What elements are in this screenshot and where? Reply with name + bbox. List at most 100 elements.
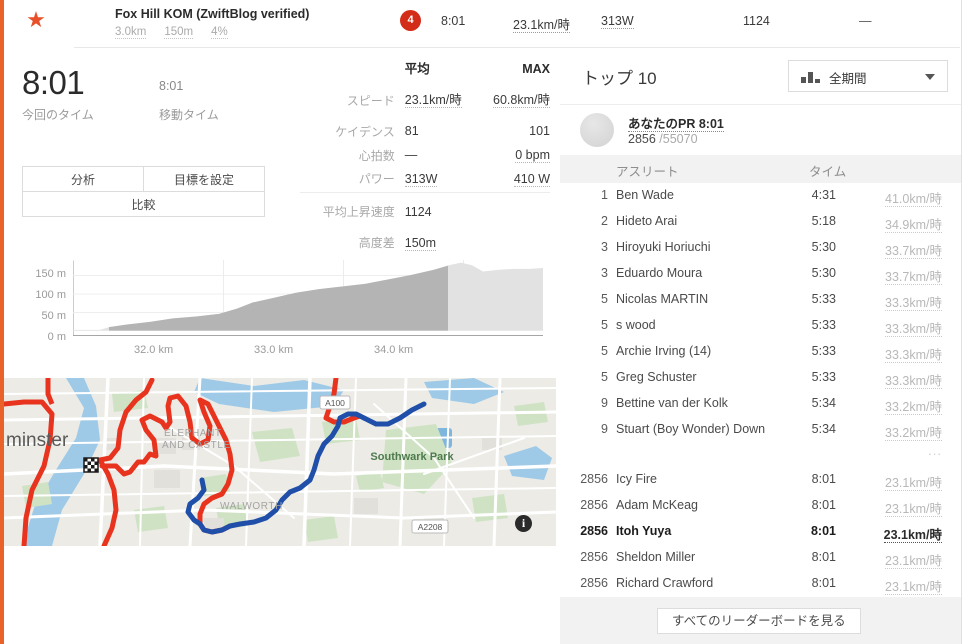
personal-record-row[interactable]: あなたのPR 8:01 2856 /55070 [560, 104, 962, 155]
map-place-label: AND CASTLE [162, 440, 231, 451]
avatar [580, 113, 614, 147]
row-athlete[interactable]: Stuart (Boy Wonder) Down [616, 422, 765, 436]
route-map[interactable]: A100 A2208 minster ELEPHANT AND CASTLE W… [4, 378, 556, 546]
page-scrollbar-track[interactable] [961, 0, 970, 644]
stat-value: 1124 [404, 204, 432, 219]
table-row: 心拍数 — 0 bpm [300, 144, 550, 168]
map-road-label: A2208 [418, 522, 443, 532]
row-athlete[interactable]: Hideto Arai [616, 214, 677, 228]
leaderboard-footer: すべてのリーダーボードを見る [560, 597, 962, 644]
row-time: 8:01 [811, 472, 836, 486]
table-row-current-user[interactable]: 2856 Itoh Yuya 8:01 23.1km/時 [560, 519, 962, 545]
pr-rank: 2856 /55070 [628, 132, 698, 146]
leaderboard-rows: 1 Ben Wade 4:31 41.0km/時 2 Hideto Arai 5… [560, 183, 962, 597]
stat-max: 410 W [513, 171, 550, 187]
y-tick-label: 0 m [47, 331, 66, 343]
row-speed: 23.1km/時 [885, 580, 942, 595]
row-rank: 2856 [580, 550, 608, 564]
table-row[interactable]: 9 Stuart (Boy Wonder) Down 5:34 33.2km/時 [560, 417, 962, 443]
leaderboard-panel: トップ 10 全期間 あなたのPR 8:01 2856 /55070 アスリート… [560, 48, 962, 644]
table-row[interactable]: 2856 Adam McKeag 8:01 23.1km/時 [560, 493, 962, 519]
table-row[interactable]: 5 Archie Irving (14) 5:33 33.3km/時 [560, 339, 962, 365]
row-rank: 5 [601, 292, 608, 306]
row-time: 5:33 [811, 344, 836, 358]
leaderboard-filter-value: 全期間 [829, 72, 867, 86]
row-athlete[interactable]: Nicolas MARTIN [616, 292, 708, 306]
table-row[interactable]: 3 Hiroyuki Horiuchi 5:30 33.7km/時 [560, 235, 962, 261]
row-speed: 23.1km/時 [885, 502, 942, 517]
column-time: タイム [809, 165, 847, 179]
row-rank: 2856 [580, 524, 608, 538]
moving-time-label: 移動タイム [159, 108, 219, 122]
stat-avg: 313W [404, 171, 438, 187]
bar-chart-icon [801, 72, 823, 83]
effort-time-value: 8:01 [22, 64, 85, 101]
effort-detail-panel: 8:01 今回のタイム 8:01 移動タイム 分析 目標を設定 比較 平均 MA… [4, 48, 560, 644]
stats-col-avg: 平均 [404, 62, 430, 77]
segment-effort-page: ★ Fox Hill KOM (ZwiftBlog verified) 3.0k… [0, 0, 970, 644]
analysis-button[interactable]: 分析 [22, 166, 144, 192]
table-row: スピード 23.1km/時 60.8km/時 [300, 82, 550, 120]
row-athlete[interactable]: Richard Crawford [616, 576, 713, 590]
table-row: パワー 313W 410 W [300, 168, 550, 192]
row-athlete[interactable]: Icy Fire [616, 472, 657, 486]
elevation-chart: 150 m 100 m 50 m 0 m 32.0 km 33.0 km 34.… [18, 256, 548, 364]
row-rank: 5 [601, 318, 608, 332]
segment-title[interactable]: Fox Hill KOM (ZwiftBlog verified) [115, 7, 309, 21]
map-road-label: A100 [325, 398, 345, 408]
row-rank: 9 [601, 396, 608, 410]
chevron-down-icon [925, 74, 935, 80]
row-time: 5:30 [811, 266, 836, 280]
table-row[interactable]: 5 Greg Schuster 5:33 33.3km/時 [560, 365, 962, 391]
stat-label: スピード [346, 93, 395, 108]
row-time: 5:34 [811, 422, 836, 436]
row-rank: 3 [601, 240, 608, 254]
stat-avg: — [404, 148, 418, 163]
row-time: 8:01 [811, 576, 836, 590]
table-row[interactable]: 2856 Richard Crawford 8:01 23.1km/時 [560, 571, 962, 597]
row-athlete[interactable]: s wood [616, 318, 656, 332]
y-tick-label: 150 m [35, 268, 66, 280]
row-time: 5:34 [811, 396, 836, 410]
row-rank: 5 [601, 344, 608, 358]
header-time: 8:01 [441, 14, 466, 28]
row-speed: 33.7km/時 [885, 270, 942, 285]
leaderboard-table-header: アスリート タイム [560, 155, 962, 183]
row-speed: 23.1km/時 [885, 476, 942, 491]
table-row[interactable]: 1 Ben Wade 4:31 41.0km/時 [560, 183, 962, 209]
table-row[interactable]: 3 Eduardo Moura 5:30 33.7km/時 [560, 261, 962, 287]
row-athlete[interactable]: Itoh Yuya [616, 524, 671, 538]
row-athlete[interactable]: Greg Schuster [616, 370, 697, 384]
view-all-leaderboards-button[interactable]: すべてのリーダーボードを見る [657, 608, 861, 634]
row-speed: 34.9km/時 [885, 218, 942, 233]
stat-max: 60.8km/時 [493, 93, 550, 109]
leaderboard-filter-select[interactable]: 全期間 [788, 60, 948, 92]
star-icon[interactable]: ★ [24, 8, 48, 32]
stat-label: 心拍数 [358, 148, 395, 163]
stat-label: パワー [358, 172, 395, 187]
stat-avg: 81 [404, 124, 419, 139]
table-row: 高度差 150m [300, 232, 550, 256]
stat-label: 高度差 [358, 236, 395, 250]
info-icon[interactable]: i [515, 515, 532, 532]
row-athlete[interactable]: Bettine van der Kolk [616, 396, 728, 410]
row-rank: 1 [601, 188, 608, 202]
set-goal-button[interactable]: 目標を設定 [143, 166, 265, 192]
row-athlete[interactable]: Sheldon Miller [616, 550, 695, 564]
compare-button[interactable]: 比較 [22, 191, 265, 217]
row-athlete[interactable]: Archie Irving (14) [616, 344, 711, 358]
table-row[interactable]: 9 Bettine van der Kolk 5:34 33.2km/時 [560, 391, 962, 417]
row-speed: 23.1km/時 [885, 554, 942, 569]
table-row[interactable]: 2856 Icy Fire 8:01 23.1km/時 [560, 467, 962, 493]
row-athlete[interactable]: Adam McKeag [616, 498, 698, 512]
table-row[interactable]: 5 Nicolas MARTIN 5:33 33.3km/時 [560, 287, 962, 313]
row-athlete[interactable]: Hiroyuki Horiuchi [616, 240, 710, 254]
elevation-plot [73, 260, 543, 336]
row-athlete[interactable]: Eduardo Moura [616, 266, 702, 280]
table-row[interactable]: 2 Hideto Arai 5:18 34.9km/時 [560, 209, 962, 235]
table-row[interactable]: 2856 Sheldon Miller 8:01 23.1km/時 [560, 545, 962, 571]
row-athlete[interactable]: Ben Wade [616, 188, 674, 202]
table-row[interactable]: 5 s wood 5:33 33.3km/時 [560, 313, 962, 339]
table-row: ケイデンス 81 101 [300, 120, 550, 144]
segment-header: ★ Fox Hill KOM (ZwiftBlog verified) 3.0k… [4, 0, 960, 48]
